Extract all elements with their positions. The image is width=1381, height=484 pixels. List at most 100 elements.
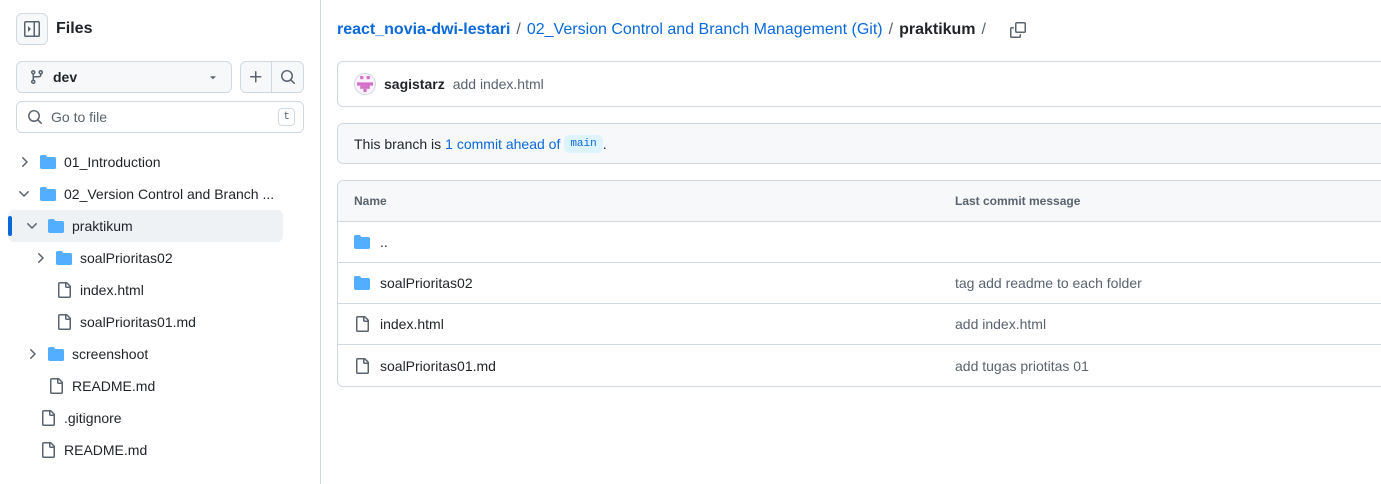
tree-item[interactable]: 01_Introduction: [8, 146, 283, 178]
collapse-sidebar-button[interactable]: [16, 13, 48, 45]
branch-name: dev: [53, 69, 78, 85]
tree-item[interactable]: 02_Version Control and Branch ...: [8, 178, 283, 210]
folder-icon: [56, 250, 72, 266]
commit-author[interactable]: sagistarz: [384, 76, 445, 92]
commit-message-cell[interactable]: tag add readme to each folder: [955, 275, 1381, 291]
file-icon: [56, 314, 72, 330]
branch-status-suffix: .: [602, 135, 607, 152]
folder-icon: [40, 154, 56, 170]
sidebar-collapse-icon: [24, 21, 40, 37]
table-header: Name Last commit message: [338, 181, 1381, 222]
tree-item-label: index.html: [80, 282, 144, 298]
chevron-down-icon[interactable]: [16, 186, 32, 202]
file-name-link[interactable]: soalPrioritas02: [380, 275, 473, 291]
chevron-down-icon: [16, 186, 32, 202]
latest-commit-box: sagistarz add index.html: [337, 61, 1381, 107]
folder-icon: [354, 275, 370, 291]
chevron-down-icon[interactable]: [24, 218, 40, 234]
file-table: Name Last commit message .. soalPrioritas…: [337, 180, 1381, 387]
name-cell: ..: [338, 234, 955, 250]
go-to-file-input[interactable]: [51, 109, 279, 125]
sidebar-header: Files: [16, 13, 92, 45]
add-file-button[interactable]: [241, 62, 273, 92]
branch-row: dev: [16, 61, 304, 93]
tree-item[interactable]: README.md: [8, 434, 283, 466]
branch-selector-button[interactable]: dev: [16, 61, 232, 93]
table-row[interactable]: index.html add index.html: [338, 304, 1381, 345]
copy-path-button[interactable]: [1004, 16, 1032, 44]
name-column-header: Name: [354, 194, 387, 208]
chevron-right-icon[interactable]: [16, 154, 32, 170]
folder-icon: [48, 218, 64, 234]
folder-icon: [40, 186, 56, 202]
avatar[interactable]: [354, 73, 376, 95]
plus-icon: [250, 71, 262, 83]
breadcrumb-folder-link[interactable]: 02_Version Control and Branch Management…: [527, 21, 883, 39]
file-tree-sidebar: Files dev t 01_Introduction 02_Version Co…: [0, 0, 321, 484]
file-name-link[interactable]: ..: [380, 234, 388, 250]
file-name-link[interactable]: soalPrioritas01.md: [380, 358, 496, 374]
file-icon: [354, 316, 370, 332]
tree-item[interactable]: README.md: [8, 370, 283, 402]
file-icon: [40, 442, 56, 458]
breadcrumb-separator: /: [888, 21, 894, 38]
main-content: react_novia-dwi-lestari / 02_Version Con…: [321, 0, 1381, 484]
folder-icon: [354, 234, 370, 250]
breadcrumb-current: praktikum: [899, 21, 976, 38]
folder-icon: [56, 250, 72, 266]
tree-item[interactable]: soalPrioritas02: [8, 242, 283, 274]
table-row[interactable]: ..: [338, 222, 1381, 263]
chevron-right-icon: [16, 154, 32, 170]
tree-item[interactable]: index.html: [8, 274, 283, 306]
base-branch-label[interactable]: main: [564, 134, 603, 153]
folder-icon: [48, 346, 64, 362]
file-name-link[interactable]: index.html: [380, 316, 444, 332]
search-icon: [280, 70, 295, 85]
file-icon: [40, 442, 56, 458]
tree-item-label: .gitignore: [64, 410, 122, 426]
tree-item-label: soalPrioritas02: [80, 250, 173, 266]
file-icon: [48, 378, 64, 394]
caret-down-icon: [210, 76, 216, 80]
git-branch-icon: [30, 70, 43, 85]
message-column-header: Last commit message: [955, 194, 1081, 208]
chevron-right-icon[interactable]: [24, 346, 40, 362]
breadcrumb-repo-link[interactable]: react_novia-dwi-lestari: [337, 21, 510, 39]
folder-icon: [48, 218, 64, 234]
file-tree: 01_Introduction 02_Version Control and Br…: [8, 146, 283, 466]
tree-item-label: 01_Introduction: [64, 154, 161, 170]
file-icon: [56, 282, 72, 298]
tree-item[interactable]: screenshoot: [8, 338, 283, 370]
file-icon: [354, 316, 370, 332]
file-icon: [56, 314, 72, 330]
tree-item[interactable]: .gitignore: [8, 402, 283, 434]
commits-ahead-link[interactable]: 1 commit ahead of: [445, 136, 560, 152]
folder-icon: [40, 154, 56, 170]
folder-icon: [48, 346, 64, 362]
chevron-right-icon[interactable]: [32, 250, 48, 266]
chevron-right-icon: [32, 250, 48, 266]
file-icon: [48, 378, 64, 394]
table-row[interactable]: soalPrioritas02 tag add readme to each fo…: [338, 263, 1381, 304]
name-cell: soalPrioritas02: [338, 275, 955, 291]
tree-item[interactable]: praktikum: [8, 210, 283, 242]
commit-message-cell[interactable]: add index.html: [955, 316, 1381, 332]
search-code-button[interactable]: [272, 62, 303, 92]
name-cell: soalPrioritas01.md: [338, 357, 955, 374]
tree-item-label: praktikum: [72, 218, 133, 234]
file-icon: [354, 358, 370, 374]
commit-message[interactable]: add index.html: [453, 76, 544, 92]
sidebar-title: Files: [56, 20, 93, 37]
table-row[interactable]: soalPrioritas01.md add tugas priotitas 01: [338, 345, 1381, 386]
tree-item[interactable]: soalPrioritas01.md: [8, 306, 283, 338]
commit-message-cell[interactable]: add tugas priotitas 01: [955, 358, 1381, 374]
chevron-down-icon: [24, 218, 40, 234]
folder-icon: [354, 234, 370, 250]
branch-status-banner: This branch is 1 commit ahead of main .: [337, 123, 1381, 164]
folder-icon: [354, 275, 370, 291]
tree-item-label: screenshoot: [72, 346, 149, 362]
breadcrumb: react_novia-dwi-lestari / 02_Version Con…: [337, 18, 1032, 42]
folder-icon: [40, 186, 56, 202]
go-to-file-field[interactable]: t: [16, 101, 304, 133]
identicon-icon: [357, 76, 373, 92]
